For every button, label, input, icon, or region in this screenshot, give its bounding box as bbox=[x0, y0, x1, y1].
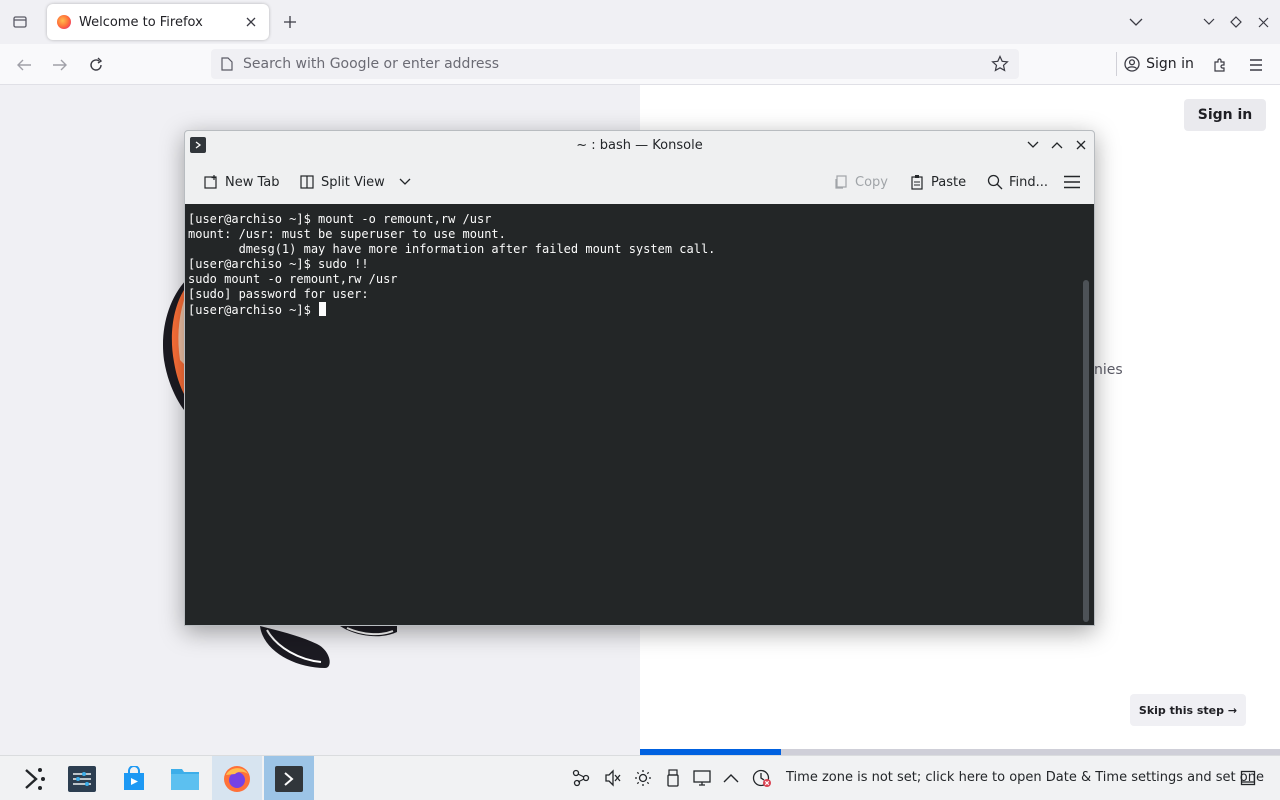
removable-device-icon[interactable] bbox=[663, 768, 683, 788]
terminal-line: [sudo] password for user: bbox=[188, 287, 369, 301]
split-view-dropdown-icon[interactable] bbox=[399, 178, 411, 186]
paste-icon bbox=[911, 175, 923, 190]
toolbar-separator bbox=[1116, 52, 1117, 76]
minimize-window-icon[interactable] bbox=[1199, 12, 1219, 32]
konsole-maximize-icon[interactable] bbox=[1048, 136, 1066, 154]
address-input[interactable]: Search with Google or enter address bbox=[243, 56, 991, 72]
tab-welcome-to-firefox[interactable]: Welcome to Firefox bbox=[47, 4, 269, 40]
taskbar: Time zone is not set; click here to open… bbox=[0, 755, 1280, 800]
account-sign-in-label: Sign in bbox=[1146, 56, 1194, 72]
list-all-tabs-chevron-icon[interactable] bbox=[1126, 12, 1146, 32]
new-tab-label: New Tab bbox=[225, 174, 280, 190]
discover-store-icon[interactable] bbox=[109, 756, 159, 800]
tab-title: Welcome to Firefox bbox=[79, 14, 203, 30]
system-settings-icon[interactable] bbox=[57, 756, 107, 800]
timezone-notice-link[interactable]: Time zone is not set; click here to open… bbox=[786, 770, 1264, 785]
split-view-icon bbox=[300, 175, 314, 189]
show-hidden-icons-chevron-icon[interactable] bbox=[721, 768, 741, 788]
new-tab-plus-icon[interactable] bbox=[278, 10, 302, 34]
new-tab-icon bbox=[204, 175, 217, 189]
firefox-taskbar-icon[interactable] bbox=[212, 756, 262, 800]
search-icon bbox=[987, 174, 1003, 190]
split-view-label: Split View bbox=[321, 174, 385, 190]
page-sign-in-button[interactable]: Sign in bbox=[1184, 99, 1266, 131]
file-manager-icon[interactable] bbox=[160, 756, 210, 800]
volume-muted-icon[interactable] bbox=[603, 768, 623, 788]
copy-label: Copy bbox=[855, 174, 888, 190]
konsole-close-icon[interactable] bbox=[1072, 136, 1090, 154]
konsole-window[interactable]: ~ : bash — Konsole New Tab Split View Co… bbox=[184, 130, 1095, 626]
copy-button[interactable]: Copy bbox=[827, 169, 894, 195]
terminal-line: [user@archiso ~]$ sudo !! bbox=[188, 257, 369, 271]
page-icon bbox=[221, 57, 233, 71]
account-sign-in-button[interactable]: Sign in bbox=[1118, 48, 1200, 80]
paste-label: Paste bbox=[931, 174, 967, 190]
firefox-nav-bar: Search with Google or enter address Sign… bbox=[0, 44, 1280, 85]
maximize-window-icon[interactable] bbox=[1226, 12, 1246, 32]
split-view-button[interactable]: Split View bbox=[293, 169, 417, 195]
konsole-toolbar: New Tab Split View Copy Paste Find... bbox=[185, 161, 1094, 203]
konsole-app-icon[interactable] bbox=[190, 137, 206, 153]
show-desktop-icon[interactable] bbox=[1238, 768, 1258, 788]
terminal-prompt-line: [user@archiso ~]$ bbox=[188, 302, 715, 318]
illustration-fox-feet bbox=[260, 626, 397, 668]
konsole-taskbar-icon[interactable] bbox=[264, 756, 314, 800]
terminal-line: mount: /usr: must be superuser to use mo… bbox=[188, 227, 506, 241]
paste-button[interactable]: Paste bbox=[903, 169, 972, 195]
skip-this-step-button[interactable]: Skip this step → bbox=[1130, 694, 1246, 726]
konsole-minimize-icon[interactable] bbox=[1024, 136, 1042, 154]
brightness-icon[interactable] bbox=[633, 768, 653, 788]
terminal-output: [user@archiso ~]$ mount -o remount,rw /u… bbox=[188, 212, 715, 318]
terminal-line: [user@archiso ~]$ mount -o remount,rw /u… bbox=[188, 212, 492, 226]
extensions-puzzle-icon[interactable] bbox=[1207, 52, 1233, 78]
bookmark-star-icon[interactable] bbox=[991, 55, 1009, 73]
terminal-line: dmesg(1) may have more information after… bbox=[188, 242, 716, 256]
terminal-view[interactable]: [user@archiso ~]$ mount -o remount,rw /u… bbox=[185, 204, 1094, 625]
tab-overview-icon[interactable] bbox=[8, 10, 32, 34]
copy-icon bbox=[835, 175, 847, 189]
application-launcher-icon[interactable] bbox=[8, 756, 58, 800]
find-button[interactable]: Find... bbox=[981, 169, 1054, 195]
close-window-icon[interactable] bbox=[1253, 12, 1273, 32]
firefox-favicon-icon bbox=[57, 15, 71, 29]
reload-icon[interactable] bbox=[83, 52, 109, 78]
firefox-tab-bar: Welcome to Firefox bbox=[0, 0, 1280, 44]
back-arrow-icon[interactable] bbox=[11, 52, 37, 78]
konsole-window-title: ~ : bash — Konsole bbox=[576, 137, 703, 153]
terminal-prompt: [user@archiso ~]$ bbox=[188, 303, 319, 317]
find-label: Find... bbox=[1009, 174, 1049, 190]
close-tab-icon[interactable] bbox=[243, 14, 259, 30]
application-menu-icon[interactable] bbox=[1243, 52, 1269, 78]
display-configuration-icon[interactable] bbox=[692, 768, 712, 788]
new-tab-button[interactable]: New Tab bbox=[197, 169, 286, 195]
timezone-warning-clock-icon[interactable] bbox=[752, 768, 772, 788]
obscured-page-text: nies bbox=[1094, 362, 1123, 378]
network-icon[interactable] bbox=[571, 768, 591, 788]
terminal-line: sudo mount -o remount,rw /usr bbox=[188, 272, 398, 286]
konsole-hamburger-menu-icon[interactable] bbox=[1057, 169, 1087, 195]
terminal-cursor bbox=[319, 302, 327, 316]
forward-arrow-icon[interactable] bbox=[47, 52, 73, 78]
terminal-scrollbar[interactable] bbox=[1083, 280, 1089, 622]
address-bar[interactable]: Search with Google or enter address bbox=[211, 49, 1019, 79]
account-icon bbox=[1124, 56, 1140, 72]
konsole-title-bar[interactable]: ~ : bash — Konsole bbox=[185, 131, 1094, 159]
